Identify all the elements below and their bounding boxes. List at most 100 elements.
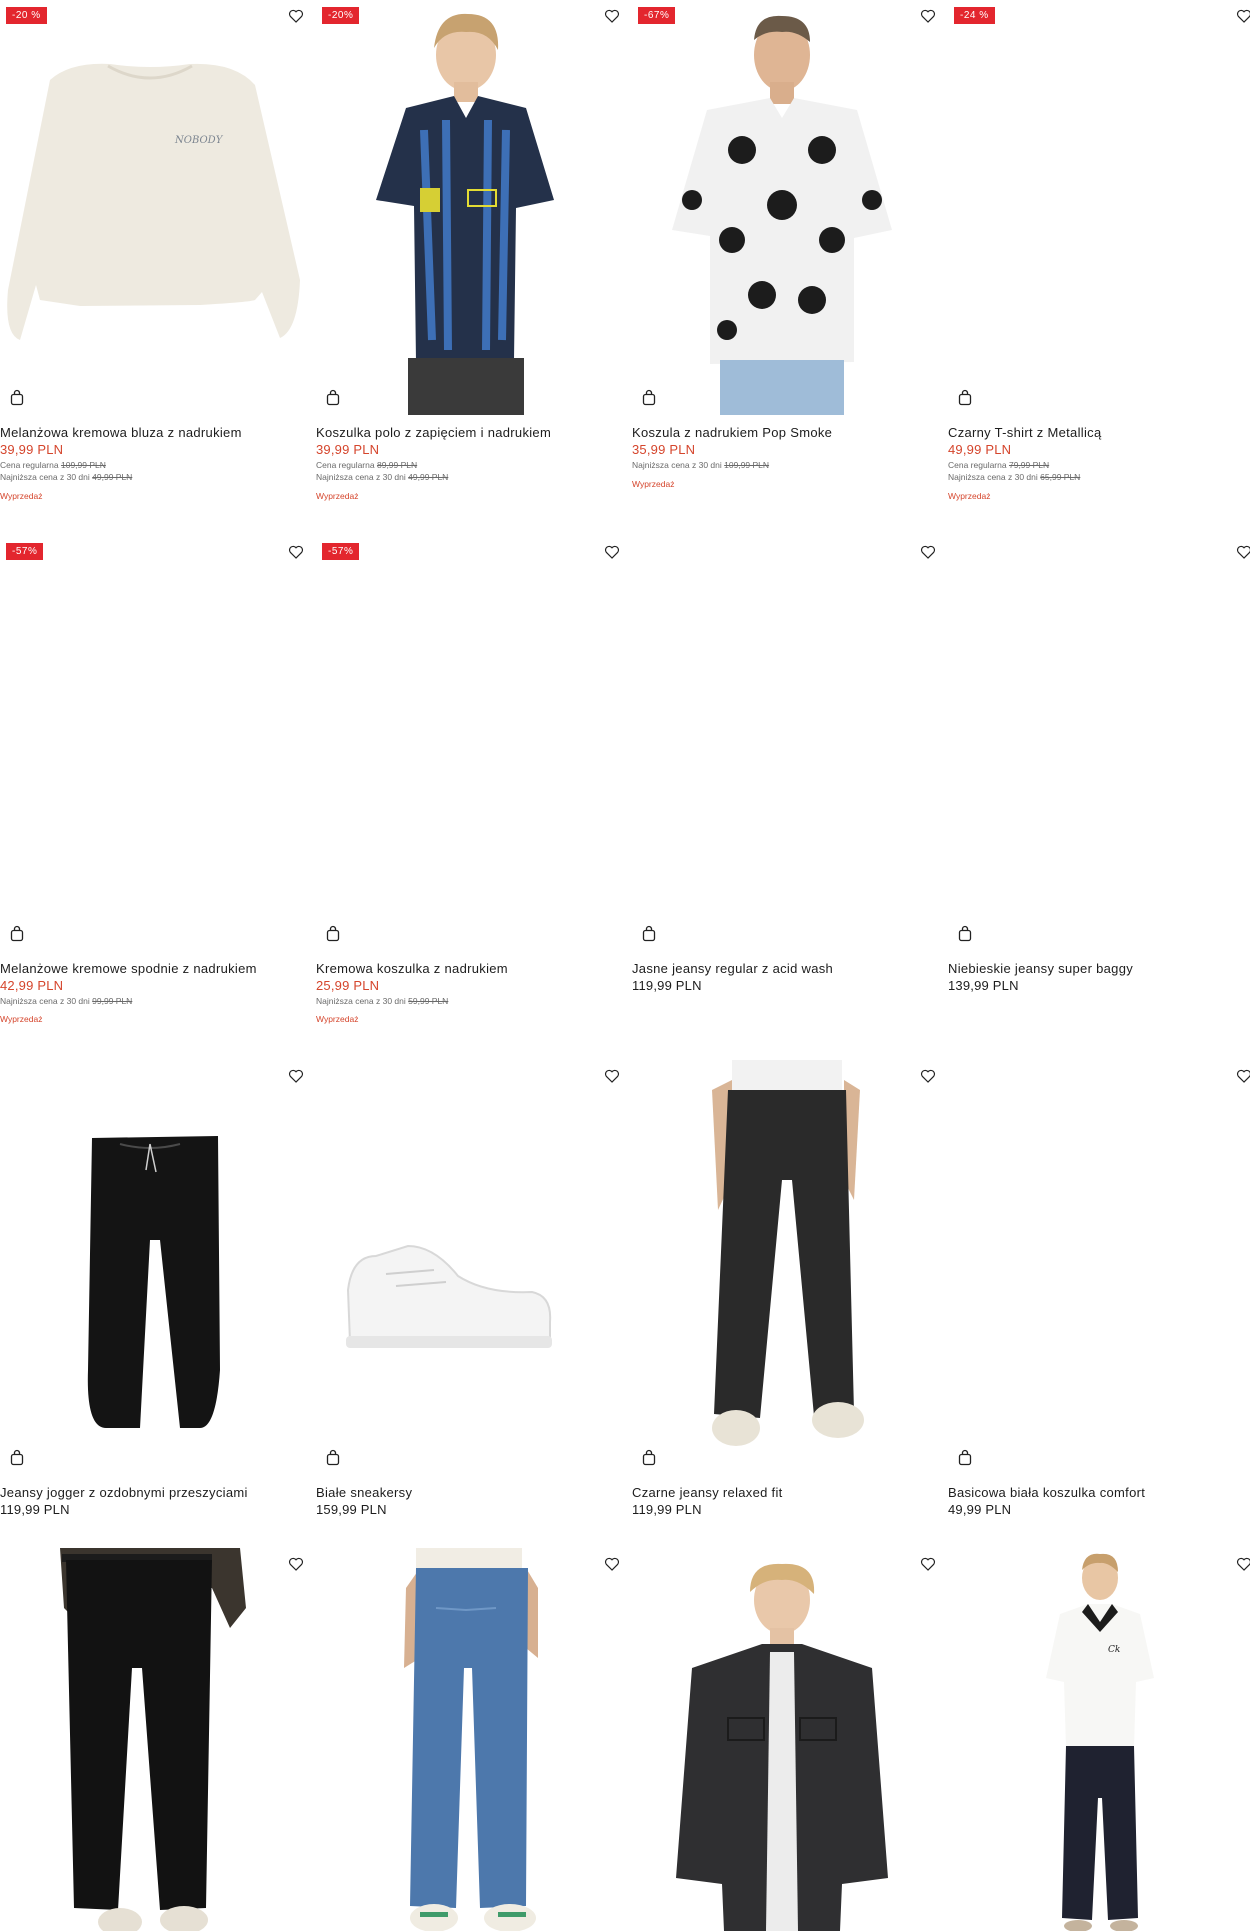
product-info: Basicowa biała koszulka comfort 49,99 PL… <box>948 1485 1250 1519</box>
heart-icon[interactable] <box>604 8 620 24</box>
product-image[interactable] <box>632 536 932 951</box>
heart-icon[interactable] <box>1236 8 1250 24</box>
heart-icon[interactable] <box>920 1556 936 1572</box>
product-price: 35,99 PLN <box>632 442 696 457</box>
regular-price: Cena regularna 109,99 PLN <box>0 459 310 471</box>
heart-icon[interactable] <box>288 544 304 560</box>
heart-icon[interactable] <box>1236 1068 1250 1084</box>
product-info: Niebieskie jeansy super baggy 139,99 PLN <box>948 961 1250 995</box>
product-image[interactable] <box>316 1060 616 1475</box>
regular-price: Cena regularna 89,99 PLN <box>316 459 626 471</box>
product-info: Koszula z nadrukiem Pop Smoke 35,99 PLN … <box>632 425 942 489</box>
product-price: 25,99 PLN <box>316 978 380 993</box>
product-price: 39,99 PLN <box>316 442 380 457</box>
product-name[interactable]: Jasne jeansy regular z acid wash <box>632 961 942 977</box>
heart-icon[interactable] <box>920 8 936 24</box>
product-price: 42,99 PLN <box>0 978 64 993</box>
lowest-price-label: Najniższa cena z 30 dni <box>316 472 406 482</box>
heart-icon[interactable] <box>1236 544 1250 560</box>
product-name[interactable]: Czarne jeansy relaxed fit <box>632 1485 942 1501</box>
product-name[interactable]: Koszulka polo z zapięciem i nadrukiem <box>316 425 626 441</box>
product-image[interactable] <box>632 1548 932 1931</box>
lowest-price-label: Najniższa cena z 30 dni <box>0 996 90 1006</box>
shopping-bag-icon[interactable] <box>9 1449 25 1466</box>
product-info: Kremowa koszulka z nadrukiem 25,99 PLN N… <box>316 961 626 1024</box>
product-image[interactable] <box>0 1548 300 1931</box>
heart-icon[interactable] <box>288 1068 304 1084</box>
regular-price-label: Cena regularna <box>316 460 375 470</box>
regular-price-value: 109,99 PLN <box>60 460 106 470</box>
product-info: Białe sneakersy 159,99 PLN <box>316 1485 626 1519</box>
regular-price-label: Cena regularna <box>0 460 59 470</box>
heart-icon[interactable] <box>288 1556 304 1572</box>
product-name[interactable]: Białe sneakersy <box>316 1485 626 1501</box>
product-image[interactable] <box>948 536 1248 951</box>
sale-tag: Wyprzedaż <box>0 1014 43 1024</box>
discount-badge: -20 % <box>6 7 47 24</box>
shopping-bag-icon[interactable] <box>641 389 657 406</box>
product-image[interactable] <box>632 1060 932 1475</box>
product-image[interactable]: Ck <box>948 1548 1248 1931</box>
shopping-bag-icon[interactable] <box>641 1449 657 1466</box>
heart-icon[interactable] <box>920 544 936 560</box>
heart-icon[interactable] <box>604 1556 620 1572</box>
product-name[interactable]: Basicowa biała koszulka comfort <box>948 1485 1250 1501</box>
regular-price-value: 89,99 PLN <box>376 460 418 470</box>
lowest-price-value: 49,99 PLN <box>92 472 133 482</box>
sale-tag: Wyprzedaż <box>316 491 359 501</box>
product-name[interactable]: Melanżowa kremowa bluza z nadrukiem <box>0 425 310 441</box>
lowest-price: Najniższa cena z 30 dni 99,99 PLN <box>0 995 310 1007</box>
product-price: 49,99 PLN <box>948 1502 1012 1517</box>
product-image[interactable]: NOBODY <box>0 0 300 415</box>
svg-text:NOBODY: NOBODY <box>174 135 224 146</box>
product-name[interactable]: Jeansy jogger z ozdobnymi przeszyciami <box>0 1485 310 1501</box>
product-price: 49,99 PLN <box>948 442 1012 457</box>
shopping-bag-icon[interactable] <box>9 925 25 942</box>
product-name[interactable]: Czarny T-shirt z Metallicą <box>948 425 1250 441</box>
shopping-bag-icon[interactable] <box>9 389 25 406</box>
product-name[interactable]: Kremowa koszulka z nadrukiem <box>316 961 626 977</box>
product-image[interactable] <box>316 536 616 951</box>
product-info: Jeansy jogger z ozdobnymi przeszyciami 1… <box>0 1485 310 1519</box>
product-image[interactable] <box>0 536 300 951</box>
lowest-price-value: 99,99 PLN <box>92 996 133 1006</box>
shopping-bag-icon[interactable] <box>641 925 657 942</box>
heart-icon[interactable] <box>604 544 620 560</box>
lowest-price: Najniższa cena z 30 dni 49,99 PLN <box>0 471 310 483</box>
lowest-price-label: Najniższa cena z 30 dni <box>632 460 722 470</box>
product-name[interactable]: Melanżowe kremowe spodnie z nadrukiem <box>0 961 310 977</box>
product-price: 119,99 PLN <box>632 1502 702 1517</box>
product-image[interactable] <box>948 1060 1248 1475</box>
product-name[interactable]: Koszula z nadrukiem Pop Smoke <box>632 425 942 441</box>
lowest-price-value: 59,99 PLN <box>408 996 449 1006</box>
lowest-price-value: 49,99 PLN <box>408 472 449 482</box>
lowest-price: Najniższa cena z 30 dni 65,99 PLN <box>948 471 1250 483</box>
shopping-bag-icon[interactable] <box>957 925 973 942</box>
product-info: Melanżowe kremowe spodnie z nadrukiem 42… <box>0 961 310 1024</box>
product-info: Jasne jeansy regular z acid wash 119,99 … <box>632 961 942 995</box>
shopping-bag-icon[interactable] <box>957 389 973 406</box>
product-image[interactable] <box>316 1548 616 1931</box>
product-price: 119,99 PLN <box>0 1502 70 1517</box>
product-image[interactable] <box>948 0 1248 415</box>
lowest-price-label: Najniższa cena z 30 dni <box>316 996 406 1006</box>
lowest-price-value: 65,99 PLN <box>1040 472 1081 482</box>
heart-icon[interactable] <box>604 1068 620 1084</box>
product-image[interactable] <box>0 1060 300 1475</box>
heart-icon[interactable] <box>1236 1556 1250 1572</box>
product-name[interactable]: Niebieskie jeansy super baggy <box>948 961 1250 977</box>
product-price: 159,99 PLN <box>316 1502 387 1517</box>
sale-tag: Wyprzedaż <box>948 491 991 501</box>
heart-icon[interactable] <box>288 8 304 24</box>
shopping-bag-icon[interactable] <box>325 389 341 406</box>
regular-price: Cena regularna 79,99 PLN <box>948 459 1250 471</box>
regular-price-label: Cena regularna <box>948 460 1007 470</box>
heart-icon[interactable] <box>920 1068 936 1084</box>
shopping-bag-icon[interactable] <box>325 925 341 942</box>
svg-text:Ck: Ck <box>1108 1645 1120 1655</box>
discount-badge: -20% <box>322 7 360 24</box>
shopping-bag-icon[interactable] <box>957 1449 973 1466</box>
shopping-bag-icon[interactable] <box>325 1449 341 1466</box>
product-image[interactable] <box>632 0 932 415</box>
product-image[interactable] <box>316 0 616 415</box>
